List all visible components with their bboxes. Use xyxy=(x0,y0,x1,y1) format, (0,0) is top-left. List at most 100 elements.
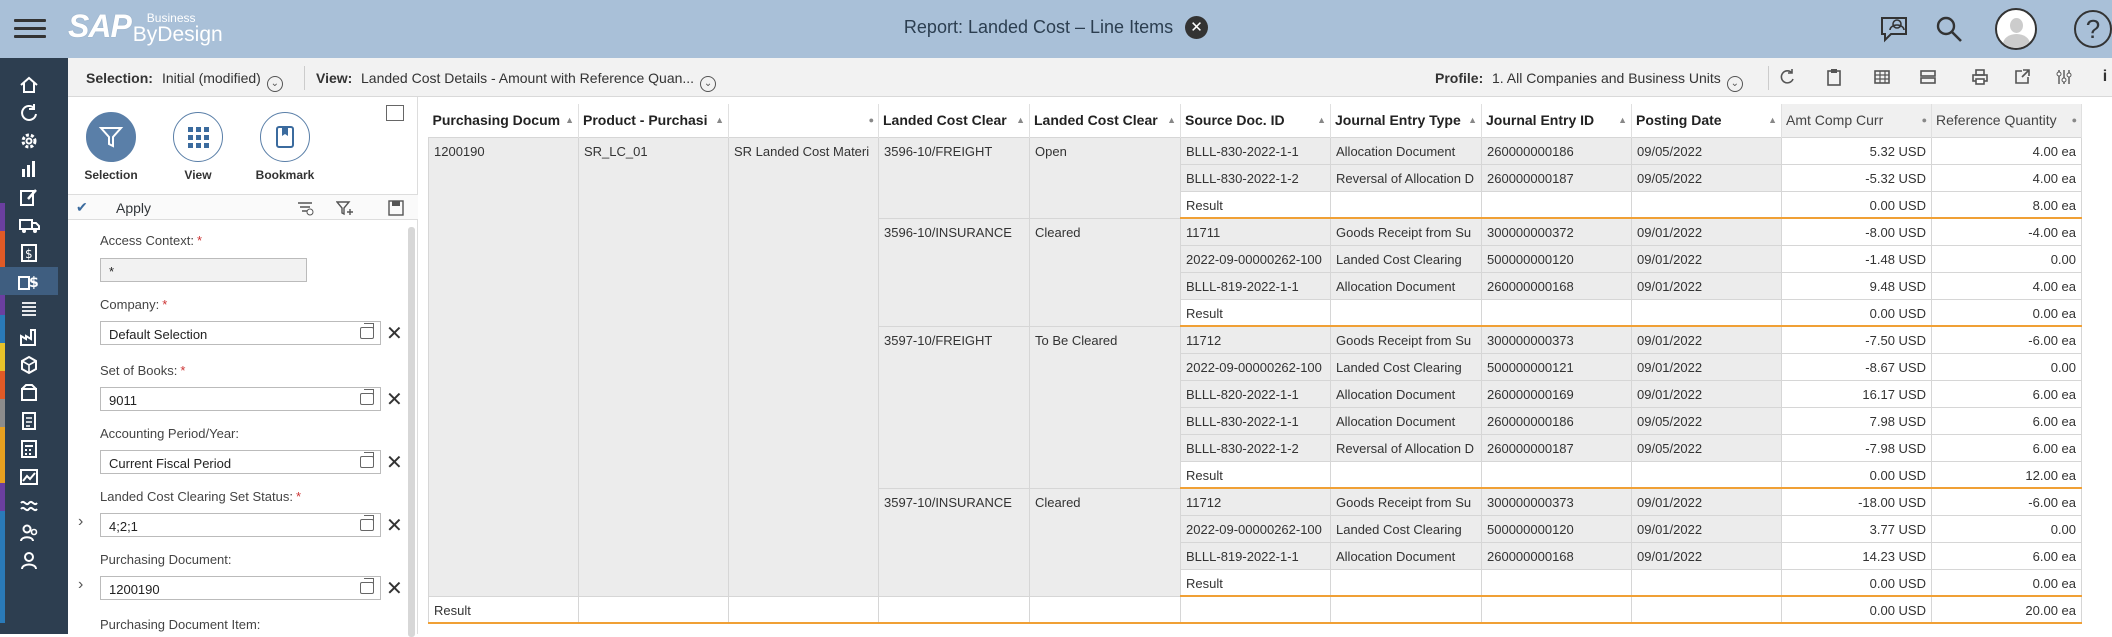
column-header[interactable]: Purchasing Docum ▲ xyxy=(428,104,579,137)
company-field[interactable]: Default Selection xyxy=(100,321,381,345)
access-context-field[interactable]: * xyxy=(100,258,307,282)
empty-cell xyxy=(1029,595,1181,624)
sort-icon[interactable]: ▲ xyxy=(565,115,574,125)
menu-icon[interactable] xyxy=(14,14,46,42)
expand-icon[interactable]: › xyxy=(78,513,83,531)
gear-icon[interactable] xyxy=(0,127,58,155)
value-help-icon[interactable] xyxy=(360,389,374,405)
scrollbar[interactable] xyxy=(408,227,415,637)
document-icon[interactable] xyxy=(0,407,58,435)
refresh-icon[interactable] xyxy=(0,99,58,127)
view-button[interactable]: View xyxy=(158,112,238,182)
sort-icon[interactable]: ▲ xyxy=(1016,115,1025,125)
expand-icon[interactable]: › xyxy=(78,576,83,594)
selection-button[interactable]: Selection xyxy=(71,112,151,182)
column-header[interactable]: Journal Entry ID ▲ xyxy=(1481,104,1632,137)
apply-button[interactable]: Apply xyxy=(116,200,151,216)
clearing-set-cell: 3597-10/FREIGHT xyxy=(878,325,1030,489)
column-header[interactable]: ● xyxy=(728,104,879,137)
search-icon[interactable] xyxy=(1932,12,1966,46)
clear-icon[interactable]: ✕ xyxy=(386,513,403,538)
table-cell: 9.48 USD xyxy=(1781,271,1932,300)
accounting-period-field[interactable]: Current Fiscal Period xyxy=(100,450,381,474)
sort-icon[interactable]: ▲ xyxy=(1618,115,1627,125)
feedback-icon[interactable] xyxy=(1877,12,1911,46)
clear-icon[interactable]: ✕ xyxy=(386,321,403,346)
column-header[interactable]: Product - Purchasi ▲ xyxy=(578,104,729,137)
column-header[interactable]: Amt Comp Curr ● xyxy=(1781,104,1932,137)
sort-icon[interactable]: ▲ xyxy=(1167,115,1176,125)
result-amount: 0.00 USD xyxy=(1781,460,1932,489)
table-row[interactable]: 1200190 SR_LC_01 SR Landed Cost Materi 3596… xyxy=(428,136,2082,597)
view-dropdown[interactable]: Landed Cost Details - Amount with Refere… xyxy=(361,70,717,92)
collapse-panel-icon[interactable] xyxy=(386,105,404,121)
help-icon[interactable]: ? xyxy=(2074,10,2112,48)
column-header[interactable]: Posting Date ▲ xyxy=(1631,104,1782,137)
column-header[interactable]: Source Doc. ID ▲ xyxy=(1180,104,1331,137)
refresh-icon[interactable] xyxy=(1775,66,1799,88)
people-icon[interactable] xyxy=(0,547,58,575)
bookmark-button[interactable]: Bookmark xyxy=(245,112,325,182)
truck-icon[interactable] xyxy=(0,211,58,239)
invoice-icon[interactable]: $ xyxy=(0,239,58,267)
column-header[interactable]: Landed Cost Clear ▲ xyxy=(878,104,1030,137)
selection-dropdown[interactable]: Initial (modified) ⌄ xyxy=(162,70,283,92)
empty-cell xyxy=(1330,568,1482,597)
filter-label: Set of Books: * xyxy=(100,363,186,378)
table-icon[interactable] xyxy=(1870,66,1894,88)
chevron-down-icon: ⌄ xyxy=(700,76,717,92)
column-menu-icon[interactable]: ● xyxy=(869,115,874,125)
column-header[interactable]: Reference Quantity ● xyxy=(1931,104,2082,137)
layout-icon[interactable] xyxy=(1916,66,1940,88)
table-cell: -6.00 ea xyxy=(1931,487,2082,516)
table-cell: 2022-09-00000262-100 xyxy=(1180,514,1331,543)
svg-text:$: $ xyxy=(25,247,33,261)
factory-icon[interactable] xyxy=(0,323,58,351)
value-help-icon[interactable] xyxy=(360,452,374,468)
value-help-icon[interactable] xyxy=(360,323,374,339)
value-help-icon[interactable] xyxy=(360,578,374,594)
print-icon[interactable] xyxy=(1968,66,1992,88)
clearing-set-status-field[interactable]: 4;2;1 xyxy=(100,513,381,537)
users-icon[interactable] xyxy=(0,519,58,547)
filter-add-icon[interactable] xyxy=(335,200,354,221)
sort-icon[interactable]: ▲ xyxy=(715,115,724,125)
avatar[interactable] xyxy=(1995,8,2037,50)
settings-sliders-icon[interactable] xyxy=(2052,66,2076,88)
table-cell: Allocation Document xyxy=(1330,271,1482,300)
calculator-icon[interactable] xyxy=(0,435,58,463)
shipping-icon[interactable] xyxy=(0,379,58,407)
clear-icon[interactable]: ✕ xyxy=(386,576,403,601)
set-of-books-field[interactable]: 9011 xyxy=(100,387,381,411)
sort-icon[interactable]: ▲ xyxy=(1768,115,1777,125)
sort-icon[interactable]: ▲ xyxy=(1468,115,1477,125)
save-icon[interactable] xyxy=(388,200,404,221)
edit-icon[interactable] xyxy=(0,183,58,211)
purchasing-document-field[interactable]: 1200190 xyxy=(100,576,381,600)
result-quantity: 8.00 ea xyxy=(1931,190,2082,219)
package-icon[interactable] xyxy=(0,351,58,379)
clear-icon[interactable]: ✕ xyxy=(386,450,403,475)
column-menu-icon[interactable]: ● xyxy=(1922,115,1927,125)
column-header[interactable]: Landed Cost Clear ▲ xyxy=(1029,104,1181,137)
clear-icon[interactable]: ✕ xyxy=(386,387,403,412)
grand-total-amount: 0.00 USD xyxy=(1781,595,1932,624)
column-menu-icon[interactable]: ● xyxy=(2072,115,2077,125)
clipboard-icon[interactable] xyxy=(1822,66,1846,88)
close-icon[interactable]: ✕ xyxy=(1185,16,1209,39)
wave-icon[interactable] xyxy=(0,491,58,519)
info-icon[interactable]: i xyxy=(2093,66,2112,88)
column-header[interactable]: Journal Entry Type ▲ xyxy=(1330,104,1482,137)
export-icon[interactable] xyxy=(2010,66,2034,88)
filter-settings-icon[interactable] xyxy=(296,200,314,221)
finance-icon[interactable]: $ xyxy=(0,267,58,295)
grand-total-row[interactable]: Result 0.00 USD 20.00 ea xyxy=(428,595,2082,624)
list-icon[interactable] xyxy=(0,295,58,323)
sort-icon[interactable]: ▲ xyxy=(1317,115,1326,125)
home-icon[interactable] xyxy=(0,71,58,99)
value-help-icon[interactable] xyxy=(360,515,374,531)
analytics-icon[interactable] xyxy=(0,463,58,491)
profile-dropdown[interactable]: 1. All Companies and Business Units ⌄ xyxy=(1492,70,1743,92)
table-cell: 11711 xyxy=(1180,217,1331,246)
bar-chart-icon[interactable] xyxy=(0,155,58,183)
